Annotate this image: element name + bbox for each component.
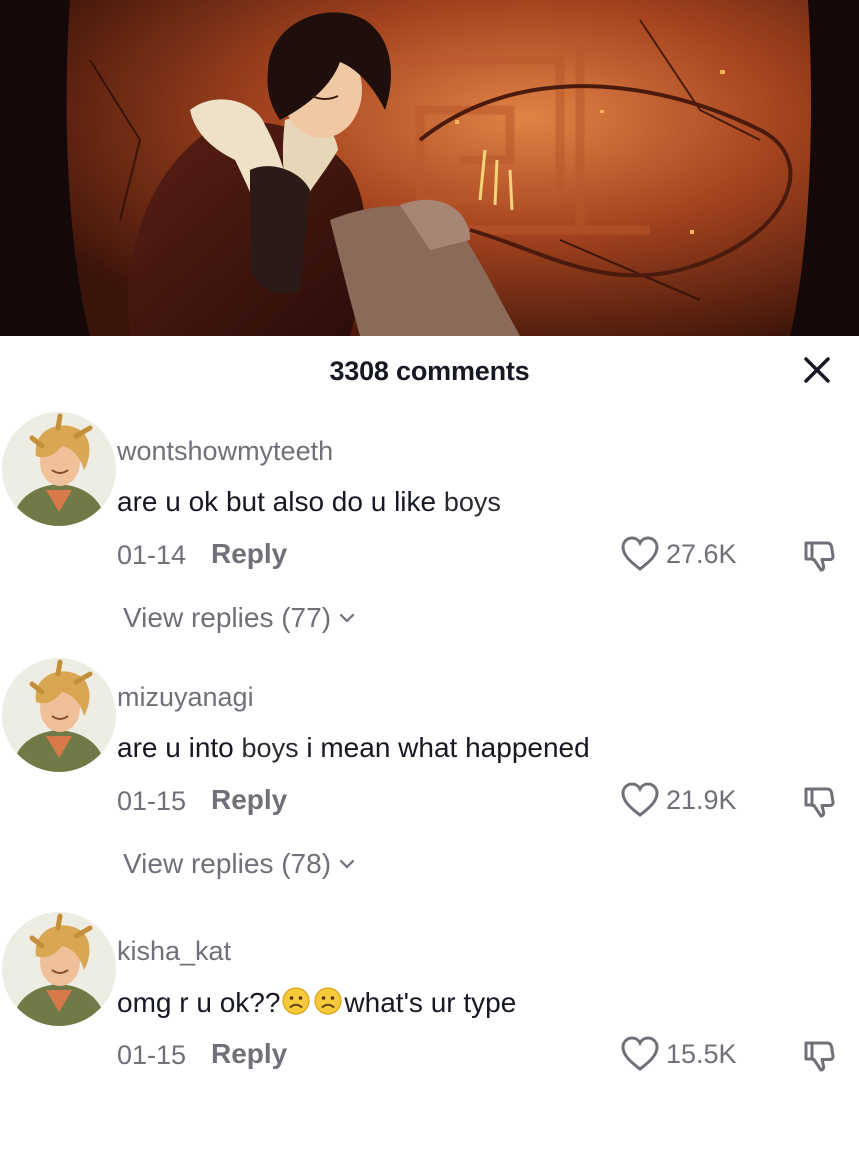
view-replies-button[interactable]: View replies (78) [123, 848, 355, 880]
avatar[interactable] [2, 412, 116, 526]
view-replies-button[interactable]: View replies (77) [123, 602, 355, 634]
comment-item: kisha_kat omg r u ok?? what's ur type 01… [0, 908, 859, 1158]
comment-text: are u ok but also do u like boys [117, 486, 501, 518]
heart-outline-icon [621, 536, 659, 571]
close-icon [804, 357, 830, 383]
close-comments-button[interactable] [797, 350, 837, 390]
comment-text-part: are u ok but also do u like [117, 486, 444, 517]
comment-text-part: are u into [117, 732, 242, 763]
chevron-down-icon [339, 859, 355, 869]
comment-date: 01-15 [117, 1040, 187, 1070]
like-count: 21.9K [666, 784, 737, 815]
avatar[interactable] [2, 912, 116, 1026]
video-artwork [0, 0, 859, 336]
avatar-portrait-image [2, 412, 116, 526]
comments-panel: 3308 comments wontshowmyteeth are u ok b… [0, 336, 859, 1074]
view-replies-label: View replies (77) [123, 602, 332, 633]
comment-item: mizuyanagi are u into boys i mean what h… [0, 654, 859, 904]
comment-username[interactable]: kisha_kat [117, 936, 231, 967]
avatar-portrait-image [2, 658, 116, 772]
thumbs-down-icon [804, 541, 835, 572]
view-replies-label: View replies (78) [123, 848, 332, 879]
reply-button[interactable]: Reply [211, 538, 287, 570]
reply-button[interactable]: Reply [211, 1038, 287, 1070]
comment-item: wontshowmyteeth are u ok but also do u l… [0, 408, 859, 658]
like-count: 27.6K [666, 538, 737, 569]
comment-date: 01-15 [117, 786, 187, 816]
comment-text-part: i mean what happened [298, 732, 590, 763]
frowning-face-emoji-icon [314, 987, 343, 1015]
like-button[interactable]: 21.9K [620, 778, 737, 822]
heart-outline-icon [621, 782, 659, 817]
chevron-down-icon [339, 613, 355, 623]
frowning-face-emoji-icon [282, 987, 311, 1015]
comment-text-part: boys [443, 487, 501, 517]
avatar-portrait-image [2, 912, 116, 1026]
comment-username[interactable]: wontshowmyteeth [117, 436, 333, 467]
reply-button[interactable]: Reply [211, 784, 287, 816]
comment-text: omg r u ok?? what's ur type [117, 986, 516, 1019]
dislike-button[interactable] [797, 1034, 841, 1078]
comment-text-part: omg r u ok?? [117, 987, 281, 1018]
comments-count-title: 3308 comments [329, 356, 530, 386]
like-count: 15.5K [666, 1038, 737, 1069]
thumbs-down-icon [804, 1041, 835, 1072]
comment-date: 01-14 [117, 540, 187, 570]
dislike-button[interactable] [797, 780, 841, 824]
comment-username[interactable]: mizuyanagi [117, 682, 254, 713]
heart-outline-icon [621, 1036, 659, 1071]
dislike-button[interactable] [797, 534, 841, 578]
comment-text-part: boys [241, 733, 299, 763]
thumbs-down-icon [804, 787, 835, 818]
anime-artwork-image [0, 0, 859, 336]
comment-text-part: what's ur type [344, 987, 517, 1018]
like-button[interactable]: 27.6K [620, 532, 737, 576]
avatar[interactable] [2, 658, 116, 772]
like-button[interactable]: 15.5K [620, 1032, 737, 1076]
comment-text: are u into boys i mean what happened [117, 732, 590, 764]
